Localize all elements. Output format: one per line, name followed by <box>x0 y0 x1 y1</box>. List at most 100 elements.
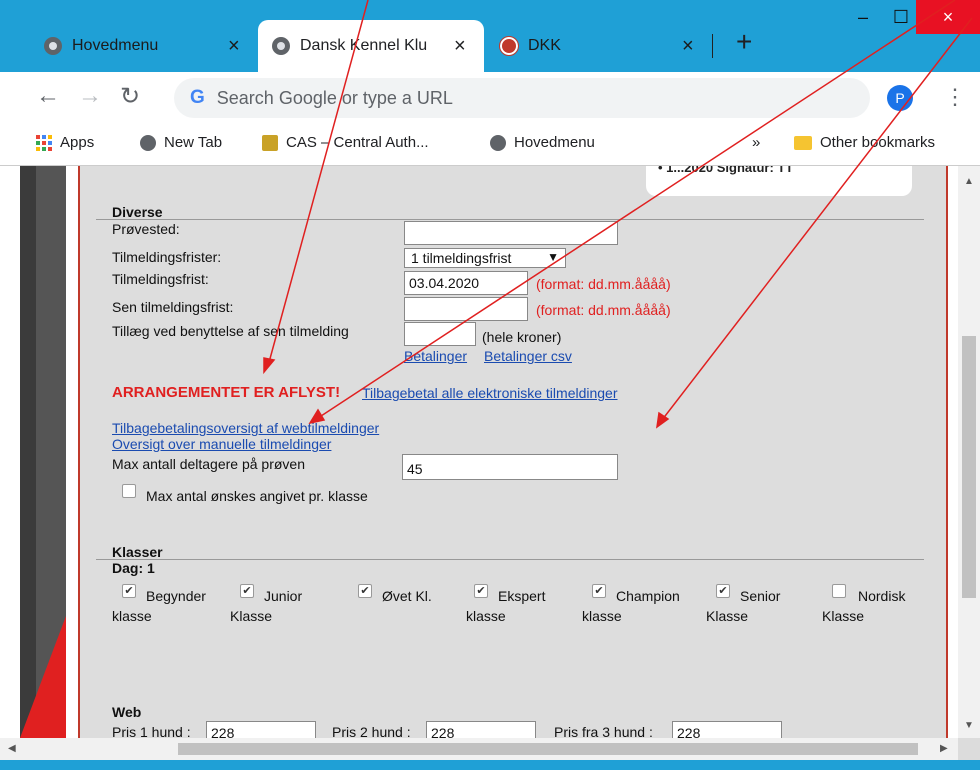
vertical-scroll-thumb[interactable] <box>962 336 976 598</box>
omnibox-placeholder: Search Google or type a URL <box>216 87 453 108</box>
tab-separator <box>712 34 713 58</box>
window-border-bottom <box>0 760 980 770</box>
sen-tilmeldingsfrist-label: Sen tilmeldingsfrist: <box>112 299 234 315</box>
pris2-input[interactable]: 228 <box>426 721 536 738</box>
klasse-checkbox-begynder[interactable]: ✔ <box>122 584 136 598</box>
tab-dkk[interactable]: DKK × <box>486 20 712 72</box>
provested-input[interactable] <box>404 221 618 245</box>
pris1-input[interactable]: 228 <box>206 721 316 738</box>
max-deltagere-label: Max antall deltagere på prøven <box>112 456 305 472</box>
oversigt-manuelle-link[interactable]: Oversigt over manuelle tilmeldinger <box>112 436 331 452</box>
tab-close-icon[interactable]: × <box>228 35 240 58</box>
scroll-up-icon[interactable]: ▲ <box>964 176 974 187</box>
tab-close-icon[interactable]: × <box>454 35 466 58</box>
scroll-down-icon[interactable]: ▼ <box>964 720 974 731</box>
bookmark-label: Other bookmarks <box>820 134 936 151</box>
tillaeg-label: Tillæg ved benyttelse af sen tilmelding <box>112 323 349 339</box>
betalinger-csv-link[interactable]: Betalinger csv <box>484 348 572 364</box>
bookmark-label: CAS – Central Auth... <box>286 134 429 151</box>
klasse-label: Begynder <box>146 588 206 604</box>
klasse-checkbox-oevet[interactable]: ✔ <box>358 584 372 598</box>
bookmarks-overflow-button[interactable]: » <box>752 134 760 151</box>
scroll-right-icon[interactable]: ▶ <box>940 743 948 754</box>
other-bookmarks[interactable]: Other bookmarks <box>794 134 935 151</box>
klasse-label: Øvet Kl. <box>382 588 432 604</box>
max-klasse-label: Max antal ønskes angivet pr. klasse <box>146 488 368 504</box>
page-viewport: • 1...2020 Signatur: TT Diverse Prøveste… <box>0 166 958 738</box>
klasse-checkbox-junior[interactable]: ✔ <box>240 584 254 598</box>
tilmeldingsfrist-label: Tilmeldingsfrist: <box>112 271 209 287</box>
klasse-label: Klasse <box>230 608 273 624</box>
max-deltagere-input[interactable]: 45 <box>402 454 618 480</box>
globe-icon <box>44 37 62 55</box>
scrollbar-corner <box>958 738 980 760</box>
scroll-left-icon[interactable]: ◀ <box>8 743 16 754</box>
section-heading-web: Web <box>112 704 142 720</box>
pris2-label: Pris 2 hund : <box>332 724 411 738</box>
tilbagebetalingsoversigt-link[interactable]: Tilbagebetalingsoversigt af webtilmeldin… <box>112 420 379 436</box>
bookmarks-bar: Apps New Tab CAS – Central Auth... Hoved… <box>0 124 980 166</box>
apps-grid-icon <box>36 134 52 151</box>
bookmark-apps[interactable]: Apps <box>36 134 94 151</box>
vertical-scrollbar[interactable]: ▲ ▼ <box>958 166 980 738</box>
tab-title: Hovedmenu <box>72 37 159 54</box>
section-heading-klasser: Klasser <box>112 544 163 560</box>
dag-label: Dag: 1 <box>112 560 155 576</box>
close-window-button[interactable]: × <box>916 0 980 34</box>
bookmark-hovedmenu[interactable]: Hovedmenu <box>490 134 595 151</box>
sen-tilmeldingsfrist-input[interactable] <box>404 297 528 321</box>
horizontal-scroll-thumb[interactable] <box>178 743 918 755</box>
minimize-button[interactable]: – <box>840 0 886 34</box>
tilmeldingsfrist-input[interactable]: 03.04.2020 <box>404 271 528 295</box>
bookmark-label: Apps <box>60 134 95 151</box>
profile-avatar[interactable]: P <box>887 85 913 111</box>
tilmeldingsfrister-label: Tilmeldingsfrister: <box>112 249 222 265</box>
pris1-label: Pris 1 hund : <box>112 724 191 738</box>
form-panel: • 1...2020 Signatur: TT Diverse Prøveste… <box>80 166 946 738</box>
tab-hovedmenu[interactable]: Hovedmenu × <box>30 20 256 72</box>
klasse-label: Klasse <box>706 608 749 624</box>
maximize-button[interactable]: ☐ <box>886 0 916 34</box>
tab-dansk-kennel-klub[interactable]: Dansk Kennel Klu × <box>258 20 484 72</box>
note-box: • 1...2020 Signatur: TT <box>646 166 912 196</box>
google-icon: G <box>190 87 205 108</box>
tillaeg-unit: (hele kroner) <box>482 329 562 345</box>
new-tab-button[interactable]: + <box>736 26 752 58</box>
klasse-checkbox-champion[interactable]: ✔ <box>592 584 606 598</box>
bookmark-label: Hovedmenu <box>514 134 595 151</box>
section-heading-diverse: Diverse <box>112 204 163 220</box>
side-decoration-red <box>20 616 66 738</box>
horizontal-scrollbar[interactable]: ◀ ▶ <box>0 738 958 760</box>
divider <box>96 219 924 220</box>
klasse-checkbox-senior[interactable]: ✔ <box>716 584 730 598</box>
klasse-label: Klasse <box>822 608 865 624</box>
betalinger-link[interactable]: Betalinger <box>404 348 467 364</box>
tab-strip: Hovedmenu × Dansk Kennel Klu × DKK × + –… <box>0 0 980 72</box>
klasse-checkbox-nordisk[interactable] <box>832 584 846 598</box>
tilmeldingsfrister-select[interactable]: 1 tilmeldingsfrist ▼ <box>404 248 566 268</box>
reload-icon[interactable]: ↻ <box>120 82 140 111</box>
bookmark-cas[interactable]: CAS – Central Auth... <box>262 134 429 151</box>
tab-title: Dansk Kennel Klu <box>300 37 428 54</box>
bookmark-label: New Tab <box>164 134 223 151</box>
menu-dots-icon[interactable]: ⋮ <box>944 84 966 110</box>
tilbagebetal-link[interactable]: Tilbagebetal alle elektroniske tilmeldin… <box>362 385 618 401</box>
klasse-checkbox-ekspert[interactable]: ✔ <box>474 584 488 598</box>
pris3-input[interactable]: 228 <box>672 721 782 738</box>
tab-close-icon[interactable]: × <box>682 35 694 58</box>
max-klasse-checkbox[interactable] <box>122 484 136 498</box>
format-hint: (format: dd.mm.åååå) <box>536 276 671 292</box>
back-arrow-icon[interactable]: ← <box>36 82 60 110</box>
browser-window: Hovedmenu × Dansk Kennel Klu × DKK × + –… <box>0 0 980 770</box>
browser-toolbar: ← → ↻ G Search Google or type a URL P ⋮ <box>0 72 980 124</box>
globe-icon <box>272 37 290 55</box>
forward-arrow-icon[interactable]: → <box>78 82 102 110</box>
klasse-label: Senior <box>740 588 781 604</box>
bookmark-new-tab[interactable]: New Tab <box>140 134 222 151</box>
chevron-down-icon: ▼ <box>547 250 559 264</box>
cas-icon <box>262 134 278 151</box>
klasse-label: klasse <box>466 608 506 624</box>
divider <box>96 559 924 560</box>
tillaeg-input[interactable] <box>404 322 476 346</box>
omnibox[interactable]: G Search Google or type a URL <box>174 78 870 118</box>
